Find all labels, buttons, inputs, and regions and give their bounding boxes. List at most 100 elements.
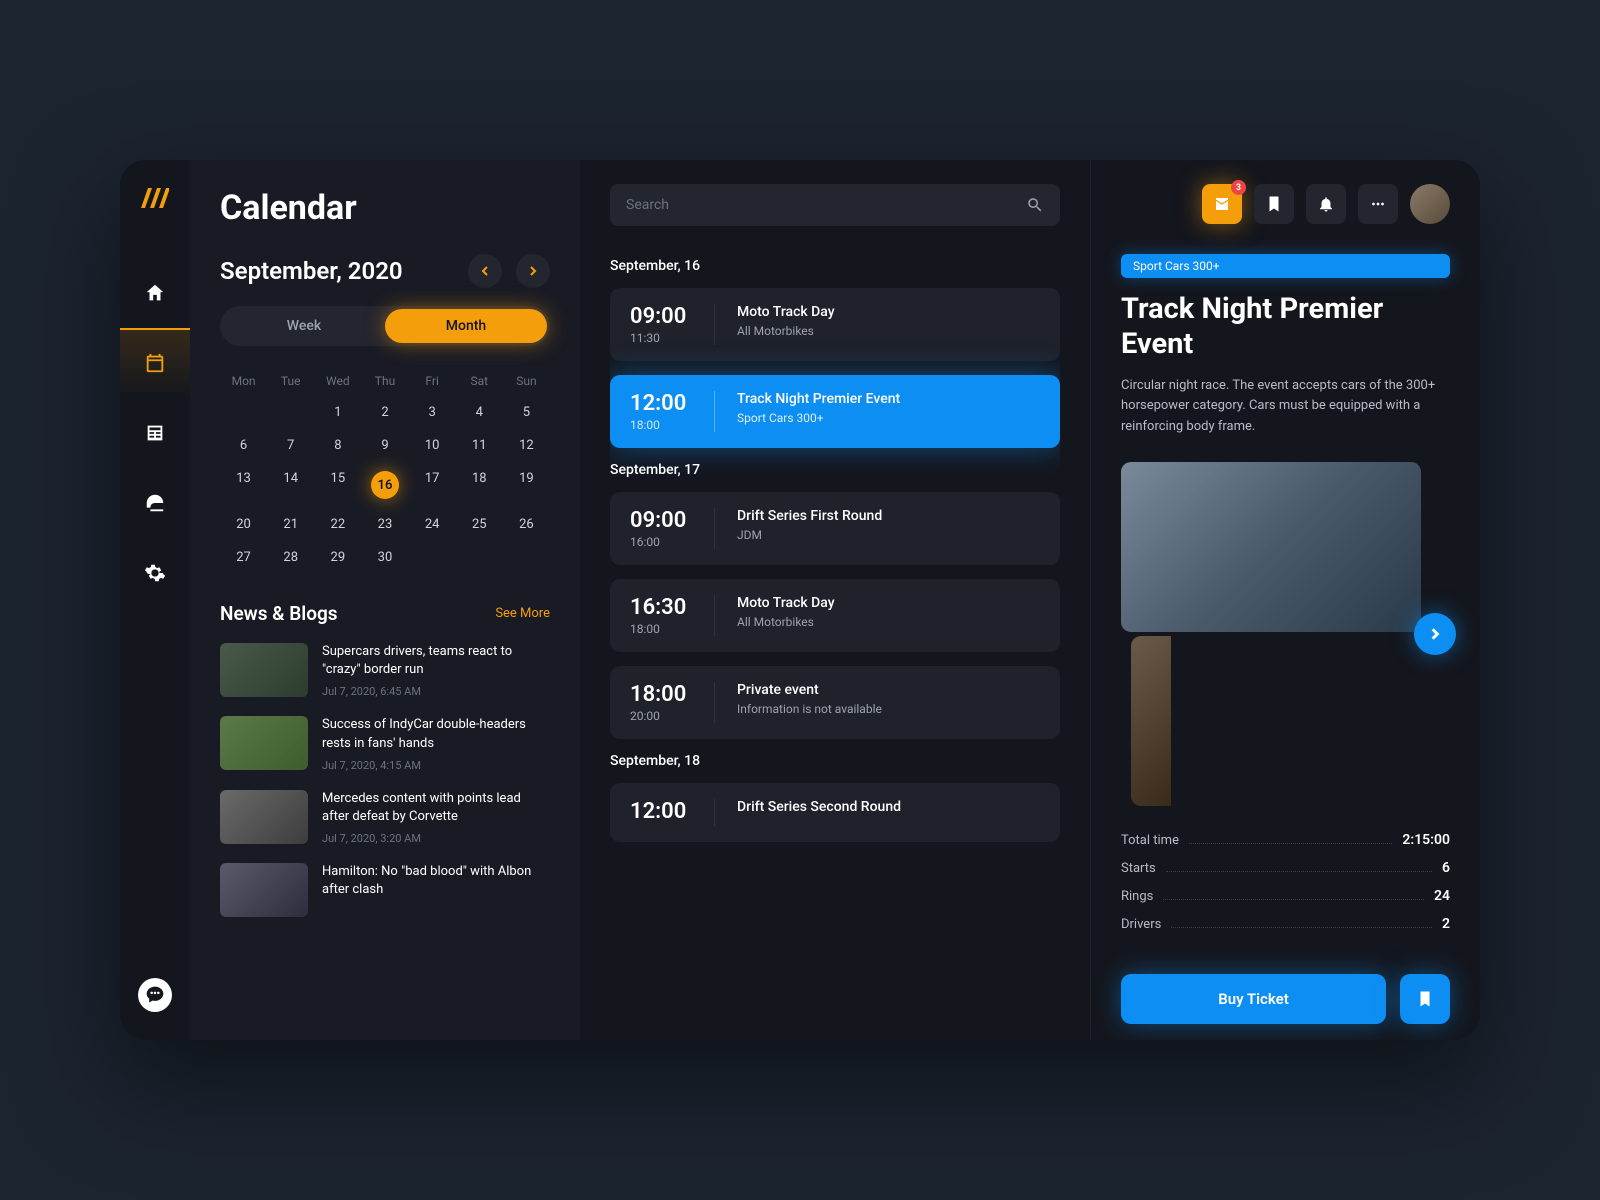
cal-day[interactable]: 3: [409, 398, 456, 427]
cal-day[interactable]: 19: [503, 464, 550, 506]
stat-value: 24: [1434, 888, 1450, 904]
search-input[interactable]: [626, 197, 1014, 213]
event-sub: JDM: [737, 528, 1040, 542]
cal-day[interactable]: 17: [409, 464, 456, 506]
bookmark-button[interactable]: [1400, 974, 1450, 1024]
logo-icon: [141, 188, 169, 208]
nav-chat[interactable]: [138, 978, 172, 1012]
cal-day[interactable]: 20: [220, 510, 267, 539]
cal-day[interactable]: 7: [267, 431, 314, 460]
avatar[interactable]: [1410, 184, 1450, 224]
cal-day[interactable]: 24: [409, 510, 456, 539]
events-list: September, 16 09:00 11:30 Moto Track Day…: [610, 252, 1060, 1016]
cal-day[interactable]: 30: [361, 543, 408, 572]
sidebar: [120, 160, 190, 1040]
stat-label: Starts: [1121, 861, 1156, 876]
event-card[interactable]: 12:00 Drift Series Second Round: [610, 783, 1060, 842]
gallery-next-button[interactable]: [1414, 613, 1456, 655]
news-item[interactable]: Mercedes content with points lead after …: [220, 790, 550, 845]
stat-label: Total time: [1121, 833, 1179, 848]
cal-day[interactable]: 8: [314, 431, 361, 460]
event-end: 18:00: [630, 418, 692, 432]
view-week-button[interactable]: Week: [223, 309, 385, 343]
view-toggle: Week Month: [220, 306, 550, 346]
notifications-button[interactable]: [1306, 184, 1346, 224]
news-headline: Hamilton: No "bad blood" with Albon afte…: [322, 863, 550, 899]
cal-day[interactable]: 21: [267, 510, 314, 539]
prev-month-button[interactable]: [468, 254, 502, 288]
cal-day[interactable]: 22: [314, 510, 361, 539]
cal-day[interactable]: 29: [314, 543, 361, 572]
event-detail-title: Track Night Premier Event: [1121, 292, 1450, 362]
event-start: 09:00: [630, 304, 692, 329]
bookmark-top-button[interactable]: [1254, 184, 1294, 224]
gallery-main-image[interactable]: [1121, 462, 1421, 632]
view-month-button[interactable]: Month: [385, 309, 547, 343]
mail-badge: 3: [1231, 180, 1246, 195]
event-start: 18:00: [630, 682, 692, 707]
cal-day[interactable]: 18: [456, 464, 503, 506]
cal-day[interactable]: 10: [409, 431, 456, 460]
event-end: 16:00: [630, 535, 692, 549]
cal-day[interactable]: 12: [503, 431, 550, 460]
cal-day[interactable]: 25: [456, 510, 503, 539]
event-sub: All Motorbikes: [737, 324, 1040, 338]
news-item[interactable]: Success of IndyCar double-headers rests …: [220, 716, 550, 771]
news-item[interactable]: Supercars drivers, teams react to "crazy…: [220, 643, 550, 698]
event-end: 20:00: [630, 709, 692, 723]
event-title: Drift Series First Round: [737, 508, 1040, 524]
more-button[interactable]: [1358, 184, 1398, 224]
event-card[interactable]: 18:00 20:00 Private event Information is…: [610, 666, 1060, 739]
cal-day[interactable]: 6: [220, 431, 267, 460]
cal-header: Mon: [220, 368, 267, 394]
cal-day[interactable]: 4: [456, 398, 503, 427]
cal-day[interactable]: 23: [361, 510, 408, 539]
stat-row: Total time 2:15:00: [1121, 832, 1450, 848]
event-card[interactable]: 09:00 11:30 Moto Track Day All Motorbike…: [610, 288, 1060, 361]
buy-ticket-button[interactable]: Buy Ticket: [1121, 974, 1386, 1024]
cal-day[interactable]: 13: [220, 464, 267, 506]
nav-settings[interactable]: [120, 538, 190, 608]
event-start: 12:00: [630, 799, 692, 824]
event-title: Track Night Premier Event: [737, 391, 1040, 407]
cal-header: Tue: [267, 368, 314, 394]
cal-day[interactable]: 5: [503, 398, 550, 427]
cal-day[interactable]: 26: [503, 510, 550, 539]
event-card[interactable]: 09:00 16:00 Drift Series First Round JDM: [610, 492, 1060, 565]
cal-day[interactable]: 1: [314, 398, 361, 427]
nav-helmet[interactable]: [120, 468, 190, 538]
event-end: 18:00: [630, 622, 692, 636]
cal-day[interactable]: 28: [267, 543, 314, 572]
cal-day[interactable]: 16: [361, 464, 408, 506]
cal-day[interactable]: 14: [267, 464, 314, 506]
news-headline: Mercedes content with points lead after …: [322, 790, 550, 826]
page-title: Calendar: [220, 188, 550, 228]
month-label: September, 2020: [220, 257, 454, 285]
nav-news[interactable]: [120, 398, 190, 468]
cal-day[interactable]: 9: [361, 431, 408, 460]
stat-value: 2:15:00: [1402, 832, 1450, 848]
event-card[interactable]: 16:30 18:00 Moto Track Day All Motorbike…: [610, 579, 1060, 652]
news-item[interactable]: Hamilton: No "bad blood" with Albon afte…: [220, 863, 550, 917]
stat-row: Rings 24: [1121, 888, 1450, 904]
app-window: Calendar September, 2020 Week Month MonT…: [120, 160, 1480, 1040]
nav-calendar[interactable]: [120, 328, 190, 398]
cal-day[interactable]: 2: [361, 398, 408, 427]
gallery-side-image[interactable]: [1131, 636, 1171, 806]
cal-header: Wed: [314, 368, 361, 394]
see-more-link[interactable]: See More: [495, 606, 550, 621]
news-thumb: [220, 863, 308, 917]
news-date: Jul 7, 2020, 6:45 AM: [322, 685, 550, 698]
event-card[interactable]: 12:00 18:00 Track Night Premier Event Sp…: [610, 375, 1060, 448]
event-title: Private event: [737, 682, 1040, 698]
right-panel: 3 Sport Cars 300+ Track Night Premier Ev…: [1090, 160, 1480, 1040]
cal-day[interactable]: 15: [314, 464, 361, 506]
cal-day[interactable]: 11: [456, 431, 503, 460]
cal-day[interactable]: 27: [220, 543, 267, 572]
news-title: News & Blogs: [220, 602, 338, 625]
mail-button[interactable]: 3: [1202, 184, 1242, 224]
stat-row: Drivers 2: [1121, 916, 1450, 932]
nav-home[interactable]: [120, 258, 190, 328]
next-month-button[interactable]: [516, 254, 550, 288]
stat-label: Drivers: [1121, 917, 1161, 932]
